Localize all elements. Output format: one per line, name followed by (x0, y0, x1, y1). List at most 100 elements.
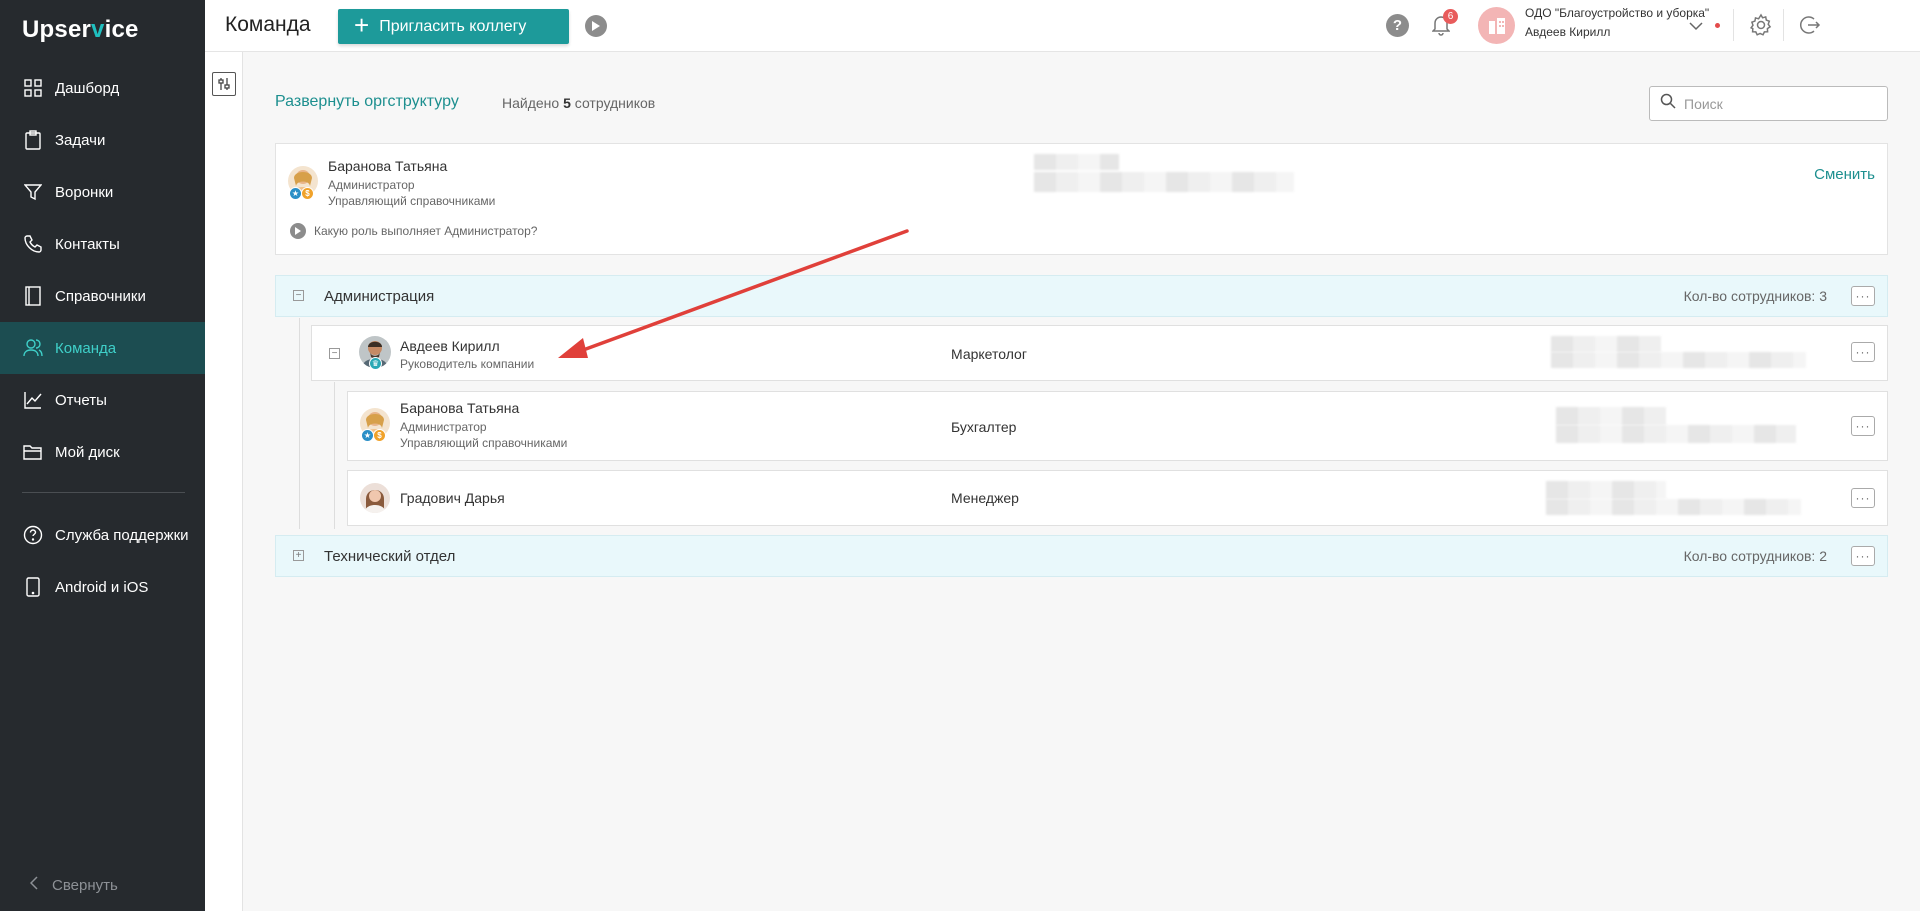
play-video-icon[interactable] (585, 15, 607, 37)
logout-icon[interactable] (1797, 13, 1821, 42)
more-options-button[interactable]: ··· (1851, 342, 1875, 362)
current-user-name[interactable]: Авдеев Кирилл (1525, 25, 1610, 39)
blurred-contact (1546, 499, 1801, 515)
employee-row-head[interactable]: − ♛ Авдеев Кирилл Руководитель компании … (311, 325, 1888, 381)
blurred-contact (1034, 154, 1119, 170)
employee-row[interactable]: ★ $ Баранова Татьяна Администратор Управ… (347, 391, 1888, 461)
sidebar-item-reports[interactable]: Отчеты (0, 374, 205, 426)
funnel-icon (22, 181, 44, 203)
sidebar-item-references[interactable]: Справочники (0, 270, 205, 322)
grid-icon (22, 77, 44, 99)
collapse-sidebar-button[interactable]: Свернуть (29, 876, 118, 894)
help-button[interactable]: ? (1386, 14, 1409, 37)
help-circle-icon (22, 524, 44, 546)
employee-row[interactable]: Градович Дарья Менеджер ··· (347, 470, 1888, 526)
blurred-contact (1551, 336, 1661, 352)
divider (1783, 9, 1784, 41)
folder-icon (22, 441, 44, 463)
users-icon (22, 337, 44, 359)
found-count: Найдено 5 сотрудников (502, 95, 656, 111)
filter-column (205, 52, 243, 911)
sidebar-item-label: Android и iOS (55, 578, 149, 596)
book-icon (22, 285, 44, 307)
topbar: Команда + Пригласить коллегу ? 6 ОДО "Бл… (205, 0, 1920, 52)
blurred-contact (1551, 352, 1806, 368)
more-options-button[interactable]: ··· (1851, 488, 1875, 508)
notifications-badge: 6 (1443, 9, 1458, 24)
tree-line (299, 318, 300, 529)
more-options-button[interactable]: ··· (1851, 416, 1875, 436)
page-title: Команда (225, 13, 311, 36)
mobile-icon (22, 576, 44, 598)
phone-icon (22, 233, 44, 255)
sidebar-item-funnels[interactable]: Воронки (0, 166, 205, 218)
collapse-toggle-icon[interactable]: − (293, 290, 304, 301)
references-role-badge: $ (373, 429, 386, 442)
org-avatar[interactable] (1478, 7, 1515, 44)
sidebar-item-dashboard[interactable]: Дашборд (0, 62, 205, 114)
admin-name[interactable]: Баранова Татьяна (328, 158, 447, 174)
blurred-contact (1556, 407, 1666, 425)
department-row[interactable]: + Технический отдел Кол-во сотрудников: … (275, 535, 1888, 577)
invite-colleague-button[interactable]: + Пригласить коллегу (338, 9, 569, 44)
search-box[interactable] (1649, 86, 1888, 121)
sidebar-item-label: Контакты (55, 235, 120, 253)
administrator-card: ★ $ Баранова Татьяна Администратор Управ… (275, 143, 1888, 255)
department-name: Администрация (324, 287, 435, 305)
blurred-contact (1546, 481, 1666, 499)
play-icon (290, 223, 306, 239)
tree-line (334, 382, 335, 529)
more-options-button[interactable]: ··· (1851, 286, 1875, 306)
search-input[interactable] (1684, 95, 1874, 112)
divider (1733, 9, 1734, 41)
department-row[interactable]: − Администрация Кол-во сотрудников: 3 ··… (275, 275, 1888, 317)
department-count: Кол-во сотрудников: 3 (1683, 288, 1827, 304)
chart-icon (22, 389, 44, 411)
sidebar-item-team[interactable]: Команда (0, 322, 205, 374)
filter-settings-icon[interactable] (212, 72, 236, 96)
hint-text: Какую роль выполняет Администратор? (314, 224, 538, 238)
employee-name[interactable]: Авдеев Кирилл (400, 338, 500, 354)
employee-role-1: Администратор (400, 420, 487, 434)
collapse-toggle-icon[interactable]: − (329, 348, 340, 359)
chevron-down-icon[interactable] (1689, 18, 1703, 36)
employee-role-2: Управляющий справочниками (400, 436, 568, 450)
org-name[interactable]: ОДО "Благоустройство и уборка" (1525, 6, 1709, 20)
search-icon (1660, 93, 1676, 114)
chevron-left-icon (29, 876, 38, 894)
employee-role: Руководитель компании (400, 357, 535, 371)
expand-toggle-icon[interactable]: + (293, 550, 304, 561)
sidebar-item-my-disk[interactable]: Мой диск (0, 426, 205, 478)
plus-icon: + (354, 10, 370, 40)
department-name: Технический отдел (324, 547, 456, 565)
sidebar-item-label: Справочники (55, 287, 146, 305)
clipboard-icon (22, 129, 44, 151)
change-admin-link[interactable]: Сменить (1814, 166, 1875, 183)
more-options-button[interactable]: ··· (1851, 546, 1875, 566)
employee-position: Менеджер (951, 490, 1019, 506)
admin-role-2: Управляющий справочниками (328, 194, 496, 208)
sidebar-item-support[interactable]: Служба поддержки (0, 509, 205, 561)
blurred-contact (1556, 425, 1796, 443)
employee-name[interactable]: Градович Дарья (400, 490, 505, 506)
status-dot (1715, 23, 1720, 28)
references-role-badge: $ (301, 187, 314, 200)
gear-icon[interactable] (1749, 13, 1773, 42)
employee-position: Маркетолог (951, 346, 1027, 362)
blurred-contact (1034, 172, 1294, 192)
sidebar-item-label: Задачи (55, 131, 106, 149)
sidebar-item-label: Служба поддержки (55, 526, 189, 544)
employee-name[interactable]: Баранова Татьяна (400, 400, 519, 416)
sidebar-item-contacts[interactable]: Контакты (0, 218, 205, 270)
admin-role-hint[interactable]: Какую роль выполняет Администратор? (290, 223, 537, 239)
sidebar-item-label: Команда (55, 339, 117, 357)
sidebar-divider (22, 492, 185, 493)
sidebar: Upservice Дашборд Задачи Воронки Контакт… (0, 0, 205, 911)
admin-role-1: Администратор (328, 178, 415, 192)
sidebar-item-tasks[interactable]: Задачи (0, 114, 205, 166)
sidebar-item-mobile[interactable]: Android и iOS (0, 561, 205, 613)
sidebar-item-label: Воронки (55, 183, 114, 201)
sidebar-item-label: Дашборд (55, 79, 120, 97)
expand-org-structure-link[interactable]: Развернуть оргструктуру (275, 93, 459, 111)
app-logo[interactable]: Upservice (22, 16, 139, 44)
